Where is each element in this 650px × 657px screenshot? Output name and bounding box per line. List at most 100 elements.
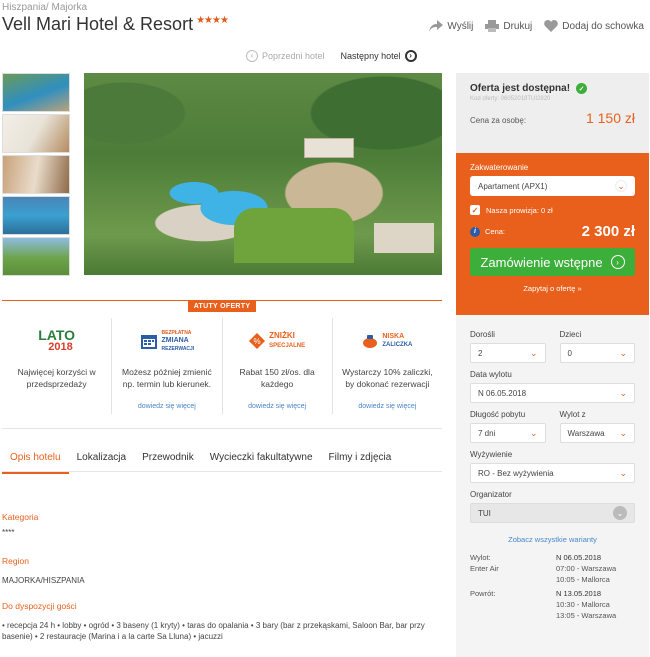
organizer-value: TUI (478, 508, 491, 518)
lato-2018-logo: LATO 2018 (2, 326, 111, 356)
chevron-down-icon: ⌄ (613, 506, 627, 520)
all-variants-link[interactable]: Zobacz wszystkie warianty (470, 535, 635, 544)
share-icon (429, 20, 444, 32)
thumbnail-photo[interactable] (2, 196, 70, 235)
breadcrumb-country[interactable]: Hiszpania (2, 2, 46, 13)
heart-icon (544, 20, 559, 32)
benefit-lato: LATO 2018 Najwięcej korzyści w przedsprze… (2, 318, 113, 414)
adults-value: 2 (478, 348, 483, 358)
board-select[interactable]: RO - Bez wyżywienia ⌄ (470, 463, 635, 483)
length-select[interactable]: 7 dni ⌄ (470, 423, 546, 443)
departure-date-select[interactable]: N 06.05.2018 ⌄ (470, 383, 635, 403)
hotel-details: Kategoria **** Region MAJORKA/HISZPANIA … (2, 512, 442, 642)
outbound-label: Wylot: (470, 553, 491, 562)
chevron-down-icon: ⌄ (619, 467, 627, 478)
chevron-down-icon: ⌄ (619, 427, 627, 438)
benefit-description: Najwięcej korzyści w przedsprzedaży (17, 367, 96, 389)
commission-row: ✓ Nasza prowizja: 0 zł (470, 205, 635, 215)
deposit-logo-bottom: ZALICZKA (382, 342, 413, 348)
benefits-row: LATO 2018 Najwięcej korzyści w przedsprze… (2, 318, 442, 414)
thumbnail-photo[interactable] (2, 237, 70, 276)
info-icon[interactable]: i (470, 226, 480, 237)
discount-logo-bottom: SPECJALNE (269, 343, 306, 349)
booking-panel: Zakwaterowanie Apartament (APX1) ⌄ ✓ Nas… (456, 153, 649, 315)
thumbnail-photo[interactable] (2, 155, 70, 194)
category-heading: Kategoria (2, 512, 39, 522)
amenities-value: • recepcja 24 h • lobby • ogród • 3 base… (2, 621, 425, 641)
children-select[interactable]: 0 ⌄ (559, 343, 635, 363)
benefit-discounts: % ZNIŻKI SPECJALNE Rabat 150 zł/os. dla k… (223, 318, 333, 414)
svg-text:%: % (254, 337, 261, 346)
organizer-label: Organizator (470, 490, 512, 499)
order-button[interactable]: Zamówienie wstępne › (470, 248, 635, 276)
price-per-person-label: Cena za osobę: (470, 116, 527, 125)
region-value: MAJORKA/HISZPANIA (2, 576, 85, 585)
benefits-badge: ATUTY OFERTY (188, 301, 256, 312)
accommodation-value: Apartament (APX1) (478, 181, 548, 191)
benefit-description: Wystarczy 10% zaliczki, by dokonać rezer… (342, 367, 433, 389)
photo-building (374, 223, 434, 253)
chevron-down-icon: ⌄ (619, 387, 627, 398)
adults-select[interactable]: 2 ⌄ (470, 343, 546, 363)
benefit-description: Rabat 150 zł/os. dla każdego (239, 367, 315, 389)
prev-hotel-label: Poprzedni hotel (262, 51, 325, 61)
board-label: Wyżywienie (470, 450, 513, 459)
chevron-down-icon: ⌄ (529, 347, 538, 358)
favorite-button[interactable]: Dodaj do schowka (544, 20, 644, 32)
free-change-logo-mid: ZMIANA (161, 337, 189, 344)
booking-sidebar: Oferta jest dostępna! ✓ Kod oferty: 0605… (456, 73, 649, 657)
main-hotel-photo[interactable] (84, 73, 442, 275)
breadcrumb-separator: / (45, 2, 49, 13)
chevron-right-icon: › (404, 50, 417, 62)
print-label: Drukuj (503, 20, 533, 32)
return-arrival: 13:05 - Warszawa (556, 611, 617, 620)
breadcrumb-region[interactable]: Majorka (51, 2, 87, 13)
price-per-person: 1 150 zł (585, 110, 635, 126)
tabs-bottom-divider (2, 471, 442, 472)
children-label: Dzieci (559, 330, 582, 339)
total-price-row: i Cena: 2 300 zł (470, 223, 635, 240)
flight-details: Wylot: N 06.05.2018 Enter Air 07:00 - Wars… (470, 552, 635, 621)
hotel-title: Vell Mari Hotel & Resort ★★★★ (2, 14, 229, 35)
photo-building (304, 138, 354, 158)
hotel-name: Vell Mari Hotel & Resort (2, 14, 194, 34)
free-change-logo-bottom: REZERWACJI (161, 346, 195, 352)
board-value: RO - Bez wyżywienia (478, 468, 554, 478)
benefit-free-change: BEZPŁATNA ZMIANA REZERWACJI Możesz później… (112, 318, 223, 414)
photo-lawn (234, 208, 354, 263)
favorite-label: Dodaj do schowka (562, 20, 644, 32)
learn-more-link[interactable]: dowiedz się więcej (223, 403, 332, 410)
accommodation-select[interactable]: Apartament (APX1) ⌄ (470, 176, 635, 196)
outbound-date: N 06.05.2018 (556, 553, 602, 562)
departure-airport-value: Warszawa (567, 428, 605, 438)
total-price-label: Cena: (485, 227, 506, 236)
commission-label: Nasza prowizja: 0 zł (486, 205, 553, 215)
return-departure: 10:30 - Mallorca (556, 600, 610, 609)
commission-checkbox[interactable]: ✓ (470, 205, 480, 215)
offer-summary: Oferta jest dostępna! ✓ Kod oferty: 0605… (456, 73, 649, 153)
outbound-arrival: 10:05 - Mallorca (556, 575, 610, 584)
free-change-logo-top: BEZPŁATNA (161, 330, 192, 336)
airline: Enter Air (470, 564, 499, 573)
share-button[interactable]: Wyślij (429, 20, 473, 32)
photo-thumbnails (2, 73, 70, 278)
thumbnail-photo[interactable] (2, 114, 70, 153)
learn-more-link[interactable]: dowiedz się więcej (112, 403, 221, 410)
calendar-icon: BEZPŁATNA ZMIANA REZERWACJI (112, 326, 221, 356)
learn-more-link[interactable]: dowiedz się więcej (333, 403, 442, 410)
prev-hotel-link[interactable]: ‹ Poprzedni hotel (246, 50, 325, 62)
print-button[interactable]: Drukuj (485, 20, 532, 32)
ask-about-offer-link[interactable]: Zapytaj o ofertę » (470, 284, 635, 293)
return-date: N 13.05.2018 (556, 589, 602, 598)
category-value: **** (2, 528, 15, 537)
outbound-departure: 07:00 - Warszawa (556, 564, 617, 573)
departure-airport-select[interactable]: Warszawa ⌄ (559, 423, 635, 443)
organizer-select[interactable]: TUI ⌄ (470, 503, 635, 523)
discount-logo-top: ZNIŻKI (269, 331, 295, 340)
total-price: 2 300 zł (581, 223, 635, 240)
thumbnail-photo[interactable] (2, 73, 70, 112)
hotel-stars: ★★★★ (196, 15, 229, 26)
order-button-label: Zamówienie wstępne (480, 254, 603, 270)
next-hotel-link[interactable]: Następny hotel › (341, 50, 417, 62)
chevron-left-icon: ‹ (246, 50, 258, 62)
